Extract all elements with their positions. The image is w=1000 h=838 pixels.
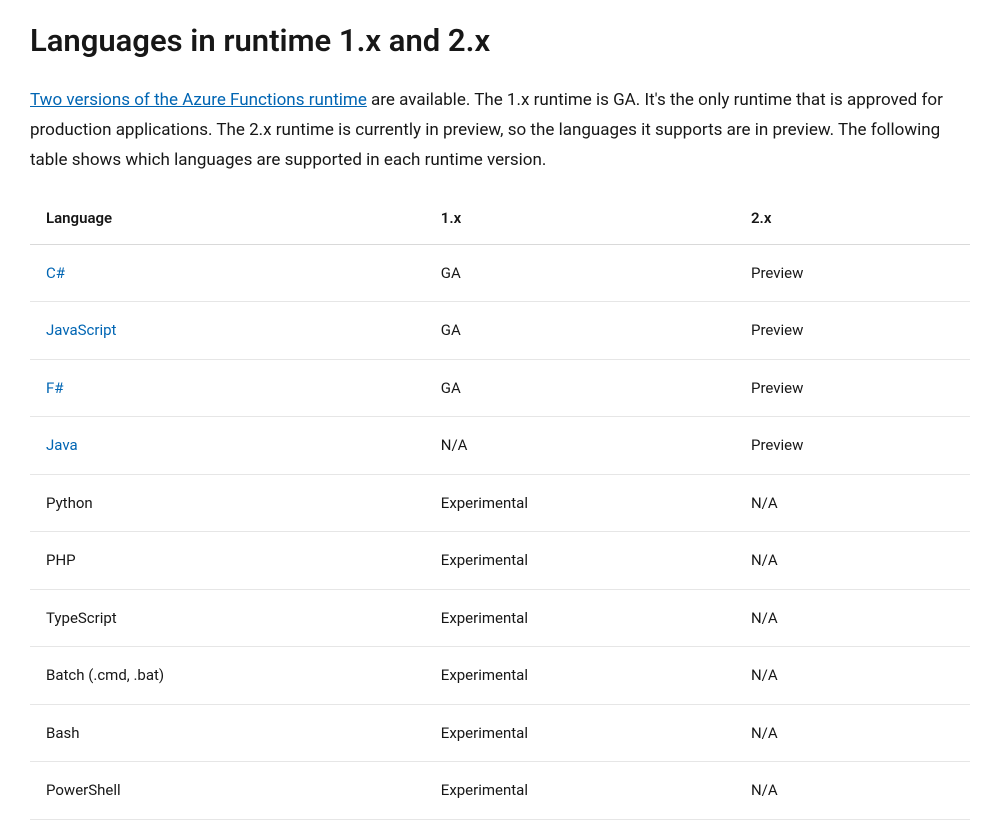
page-title: Languages in runtime 1.x and 2.x <box>30 18 970 65</box>
v2-cell: N/A <box>735 647 970 705</box>
v2-cell: N/A <box>735 532 970 590</box>
v1-cell: GA <box>425 359 735 417</box>
language-cell: Bash <box>30 704 425 762</box>
language-cell: TypeScript <box>30 589 425 647</box>
v1-cell: Experimental <box>425 532 735 590</box>
languages-table: Language 1.x 2.x C#GAPreviewJavaScriptGA… <box>30 193 970 820</box>
table-row: PowerShell ExperimentalN/A <box>30 762 970 820</box>
language-link[interactable]: F# <box>46 379 64 397</box>
language-text: Batch (.cmd, .bat) <box>46 666 164 684</box>
table-row: Batch (.cmd, .bat) ExperimentalN/A <box>30 647 970 705</box>
table-row: F# GAPreview <box>30 359 970 417</box>
runtime-versions-link[interactable]: Two versions of the Azure Functions runt… <box>30 90 367 110</box>
v2-cell: Preview <box>735 302 970 360</box>
v1-cell: Experimental <box>425 647 735 705</box>
header-language: Language <box>30 193 425 244</box>
v2-cell: Preview <box>735 417 970 475</box>
language-link[interactable]: JavaScript <box>46 321 116 339</box>
intro-paragraph: Two versions of the Azure Functions runt… <box>30 85 970 176</box>
v2-cell: N/A <box>735 704 970 762</box>
language-cell: Python <box>30 474 425 532</box>
table-row: JavaScript GAPreview <box>30 302 970 360</box>
table-row: Java N/APreview <box>30 417 970 475</box>
v1-cell: Experimental <box>425 589 735 647</box>
language-cell: PowerShell <box>30 762 425 820</box>
v2-cell: N/A <box>735 589 970 647</box>
v1-cell: GA <box>425 244 735 302</box>
language-cell: C# <box>30 244 425 302</box>
v1-cell: Experimental <box>425 474 735 532</box>
v1-cell: Experimental <box>425 762 735 820</box>
table-row: PHP ExperimentalN/A <box>30 532 970 590</box>
language-link[interactable]: C# <box>46 264 65 282</box>
header-1x: 1.x <box>425 193 735 244</box>
v2-cell: Preview <box>735 359 970 417</box>
v1-cell: Experimental <box>425 704 735 762</box>
table-header-row: Language 1.x 2.x <box>30 193 970 244</box>
v2-cell: N/A <box>735 474 970 532</box>
language-text: Bash <box>46 724 80 742</box>
language-cell: JavaScript <box>30 302 425 360</box>
language-text: TypeScript <box>46 609 117 627</box>
table-row: Bash ExperimentalN/A <box>30 704 970 762</box>
header-2x: 2.x <box>735 193 970 244</box>
language-text: Python <box>46 494 93 512</box>
language-cell: F# <box>30 359 425 417</box>
language-text: PHP <box>46 551 76 569</box>
language-cell: PHP <box>30 532 425 590</box>
v2-cell: N/A <box>735 762 970 820</box>
v1-cell: N/A <box>425 417 735 475</box>
table-row: C# GAPreview <box>30 244 970 302</box>
language-link[interactable]: Java <box>46 436 78 454</box>
language-cell: Batch (.cmd, .bat) <box>30 647 425 705</box>
language-text: PowerShell <box>46 781 121 799</box>
table-row: Python ExperimentalN/A <box>30 474 970 532</box>
v1-cell: GA <box>425 302 735 360</box>
table-row: TypeScript ExperimentalN/A <box>30 589 970 647</box>
v2-cell: Preview <box>735 244 970 302</box>
language-cell: Java <box>30 417 425 475</box>
